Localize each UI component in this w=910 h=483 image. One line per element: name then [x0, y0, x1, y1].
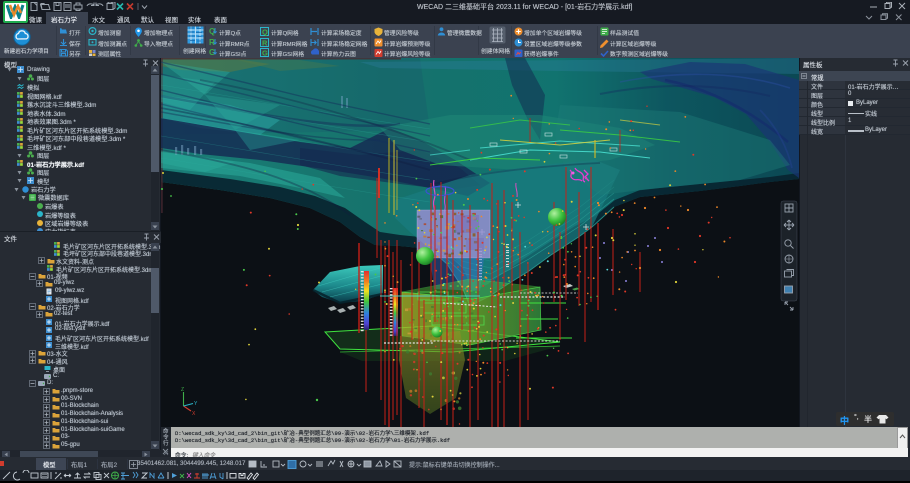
svg-text:Q: Q — [209, 27, 215, 36]
svg-text:G: G — [262, 49, 268, 58]
svg-text:Z: Z — [181, 387, 184, 393]
svg-text:R: R — [262, 38, 268, 47]
svg-text:Q: Q — [262, 28, 268, 37]
svg-text:G: G — [209, 48, 215, 57]
